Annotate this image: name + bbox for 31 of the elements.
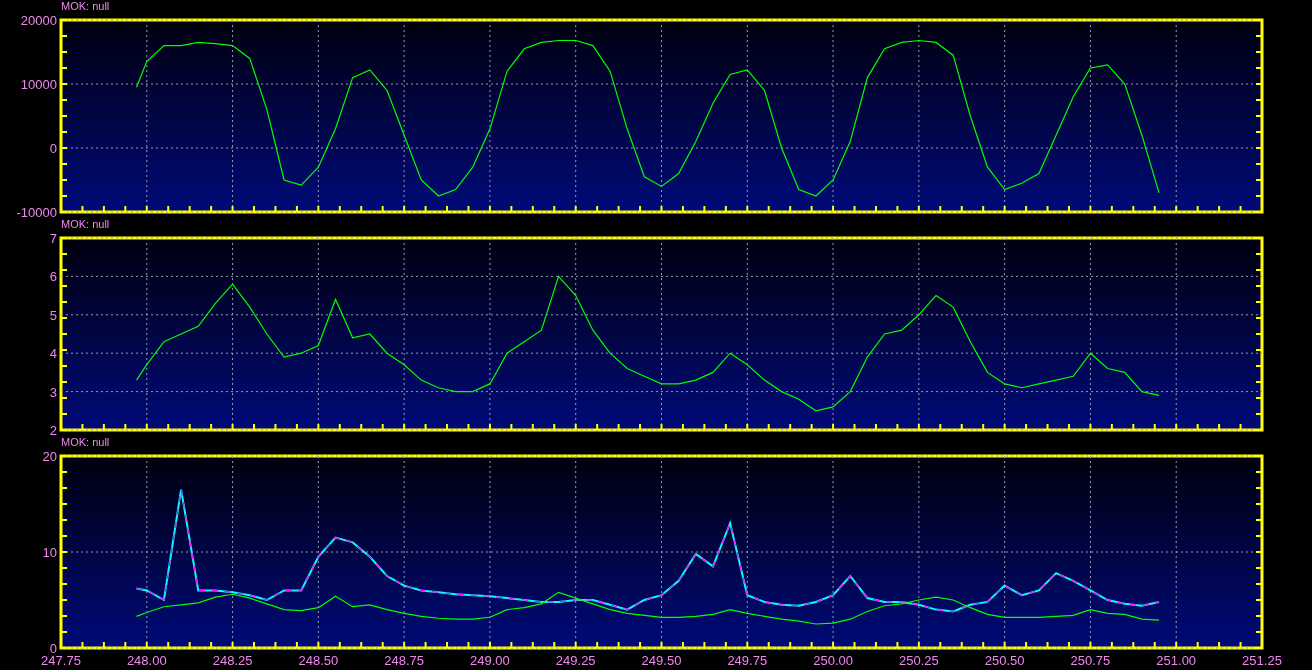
axis-tick-label: 10000 [20, 77, 57, 92]
axis-tick-label: 251.00 [1156, 653, 1197, 668]
axis-tick-label: 250.75 [1070, 653, 1111, 668]
axis-tick-label: 5 [49, 307, 57, 323]
axis-tick-label: -10000 [16, 205, 57, 220]
axis-tick-label: 249.00 [470, 653, 510, 668]
axis-tick-label: 2 [49, 423, 57, 438]
axis-tick-label: 4 [49, 346, 57, 362]
axis-tick-label: 7 [49, 231, 57, 246]
axis-tick-label: 249.25 [555, 653, 596, 668]
axis-tick-label: 0 [49, 141, 57, 156]
axis-tick-label: 20000 [20, 13, 57, 28]
axis-tick-label: 247.75 [41, 653, 81, 668]
chart-title: MOK: null [61, 0, 110, 12]
axis-tick-label: 10 [42, 545, 57, 560]
chart-title: MOK: null [61, 218, 110, 230]
axis-tick-label: 249.50 [641, 653, 682, 668]
axis-tick-label: 20 [42, 449, 57, 464]
axis-tick-label: 3 [49, 384, 57, 400]
axis-tick-label: 251.25 [1242, 653, 1282, 668]
axis-tick-label: 248.25 [212, 653, 253, 668]
axis-tick-label: 250.00 [813, 653, 853, 668]
axis-tick-label: 248.00 [126, 653, 167, 668]
axis-tick-label: 250.25 [898, 653, 939, 668]
axis-tick-label: 249.75 [727, 653, 768, 668]
axis-tick-label: 250.50 [984, 653, 1025, 668]
axis-tick-label: 0 [49, 641, 57, 656]
chart-title: MOK: null [61, 436, 110, 448]
axis-tick-label: 6 [49, 269, 57, 285]
axis-tick-label: 248.75 [384, 653, 425, 668]
axis-tick-label: 248.50 [298, 653, 339, 668]
